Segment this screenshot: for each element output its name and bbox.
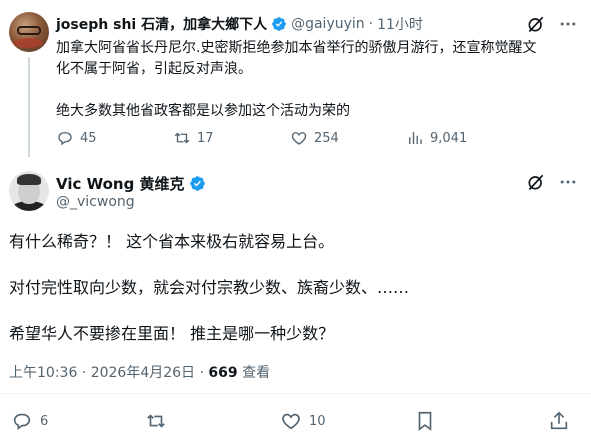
repost-count: 17 <box>197 130 214 146</box>
main-post-text: 有什么稀奇？！ 这个省本来极右就容易上台。 对付完性取向少数，就会对付宗教少数、… <box>9 231 579 345</box>
more-icon[interactable] <box>558 172 578 192</box>
divider <box>0 393 591 394</box>
text-line: 对付完性取向少数，就会对付宗教少数、族裔少数、…… <box>9 278 410 297</box>
text-line: 加拿大阿省省长丹尼尔.史密斯拒绝参加本省举行的骄傲月游行，还宣称觉醒文 <box>56 40 537 56</box>
reply-button[interactable]: 45 <box>56 129 97 147</box>
like-button[interactable]: 254 <box>290 129 339 147</box>
author-name[interactable]: Vic Wong 黄维克 <box>56 173 206 194</box>
repost-icon <box>147 414 165 428</box>
grok-icon[interactable] <box>526 172 546 192</box>
separator: · <box>368 16 374 32</box>
like-icon <box>282 413 300 430</box>
text-line: 化不属于阿省，引起反对声浪。 <box>56 61 252 77</box>
post-timestamp[interactable]: 上午10:36 · 2026年4月26日 · <box>9 365 204 381</box>
parent-post-header: joseph shi 石清，加拿大鄉下人 @gaiyuyin · 11小时 <box>56 14 423 34</box>
views-button[interactable]: 9,041 <box>406 129 467 147</box>
grok-icon[interactable] <box>526 14 546 34</box>
parent-post-text: 加拿大阿省省长丹尼尔.史密斯拒绝参加本省举行的骄傲月游行，还宣称觉醒文 化不属于… <box>56 38 566 122</box>
avatar[interactable] <box>9 171 49 211</box>
view-label: 查看 <box>242 365 271 381</box>
view-count: 9,041 <box>430 130 468 146</box>
thread-connector-line <box>28 57 30 157</box>
verified-badge-icon <box>189 176 205 191</box>
repost-button[interactable]: 17 <box>173 129 214 147</box>
reply-icon <box>13 413 31 430</box>
reply-count: 6 <box>40 413 49 429</box>
view-count: 669 <box>208 365 238 381</box>
text-line: 希望华人不要掺在里面！ 推主是哪一种少数？ <box>9 324 335 343</box>
verified-badge-icon <box>272 17 286 31</box>
reply-icon <box>58 132 72 146</box>
post-metadata: 上午10:36 · 2026年4月26日 · 669 查看 <box>9 362 270 382</box>
reply-button[interactable]: 6 <box>11 410 48 432</box>
like-icon <box>291 132 307 145</box>
author-name-text[interactable]: Vic Wong 黄维克 <box>56 173 185 194</box>
text-line: 绝大多数其他省政客都是以参加这个活动为荣的 <box>56 103 350 119</box>
main-post-actions: 6 10 <box>0 410 591 436</box>
author-handle[interactable]: @gaiyuyin <box>291 16 365 32</box>
parent-post[interactable]: joseph shi 石清，加拿大鄉下人 @gaiyuyin · 11小时 加拿… <box>0 0 591 162</box>
author-handle[interactable]: @_vicwong <box>56 194 135 210</box>
repost-button[interactable] <box>145 410 174 432</box>
post-time[interactable]: 11小时 <box>377 14 423 34</box>
views-icon <box>409 132 422 144</box>
reply-count: 45 <box>80 130 97 146</box>
like-count: 10 <box>309 413 326 429</box>
repost-icon <box>174 132 190 144</box>
more-icon[interactable] <box>558 14 578 34</box>
like-count: 254 <box>314 130 339 146</box>
share-icon <box>550 411 568 430</box>
author-name[interactable]: joseph shi 石清，加拿大鄉下人 <box>56 14 267 34</box>
text-line: 有什么稀奇？！ 这个省本来极右就容易上台。 <box>9 232 335 251</box>
like-button[interactable]: 10 <box>280 410 326 432</box>
parent-post-actions: 45 17 254 9,041 <box>56 129 576 151</box>
bookmark-button[interactable] <box>414 410 443 432</box>
bookmark-icon <box>418 411 432 431</box>
share-button[interactable] <box>548 410 577 432</box>
avatar[interactable] <box>9 12 49 52</box>
